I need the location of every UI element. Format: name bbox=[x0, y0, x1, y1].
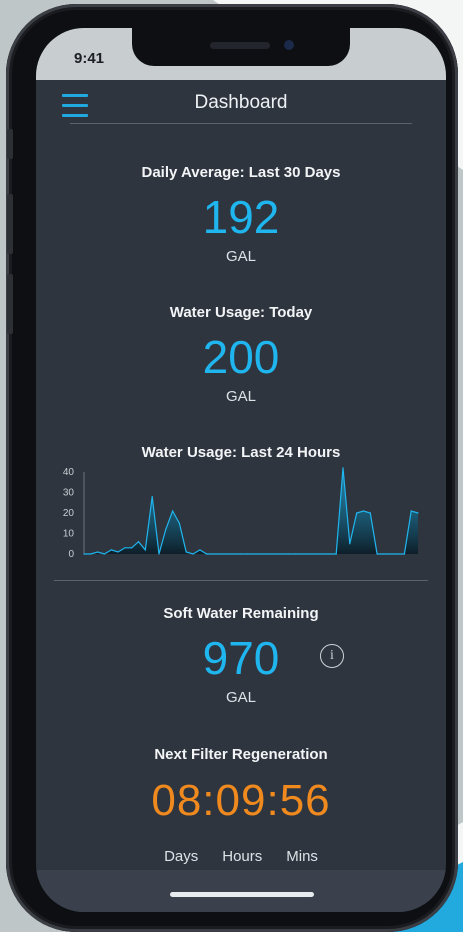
status-time: 9:41 bbox=[74, 50, 105, 67]
chart-point bbox=[274, 553, 276, 555]
chart-point bbox=[83, 553, 85, 555]
chart-point bbox=[192, 553, 194, 555]
chart-point bbox=[321, 553, 324, 555]
chart-point bbox=[328, 553, 330, 555]
chart-point bbox=[281, 553, 283, 555]
chart-point bbox=[349, 543, 351, 545]
chart-point bbox=[90, 553, 92, 555]
chart-point bbox=[137, 541, 140, 543]
chart-y-tick-label: 10 bbox=[63, 529, 75, 540]
chart-point bbox=[287, 553, 290, 555]
chart-point bbox=[199, 549, 201, 551]
section-divider bbox=[54, 580, 428, 581]
usage-today-unit: GAL bbox=[225, 388, 256, 405]
chart-point bbox=[376, 553, 378, 555]
chart-point bbox=[103, 553, 106, 555]
page-title: Dashboard bbox=[194, 92, 288, 113]
home-indicator[interactable] bbox=[170, 892, 314, 897]
chart-area-fill bbox=[84, 467, 418, 554]
chart-point bbox=[172, 510, 174, 512]
chart-y-tick-label: 20 bbox=[63, 508, 75, 519]
camera bbox=[284, 40, 294, 50]
chart-point bbox=[335, 553, 337, 555]
chart-point bbox=[206, 553, 208, 555]
speaker bbox=[210, 42, 270, 49]
chart-point bbox=[390, 553, 392, 555]
screen: 9:41 Dashboard Daily Average: Last 30 Da… bbox=[36, 28, 446, 912]
chart-point bbox=[151, 496, 153, 498]
chart-point bbox=[185, 551, 187, 553]
volume-down-button bbox=[7, 274, 13, 334]
chart-point bbox=[233, 553, 235, 555]
volume-up-button bbox=[7, 194, 13, 254]
usage-today-title: Water Usage: Today bbox=[169, 304, 313, 321]
chart-point bbox=[342, 467, 344, 469]
chart-point bbox=[240, 553, 242, 555]
chart-point bbox=[362, 510, 365, 512]
chart-point bbox=[267, 553, 269, 555]
usage-24h-chart: 0 10 20 30 40 bbox=[63, 467, 419, 560]
header-divider bbox=[70, 123, 412, 124]
soft-water-unit: GAL bbox=[225, 689, 256, 706]
chart-point bbox=[260, 553, 262, 555]
chart-point bbox=[117, 551, 119, 553]
chart-point bbox=[97, 551, 99, 553]
timer-label-days: Days bbox=[164, 848, 199, 865]
chart-point bbox=[369, 512, 371, 514]
timer-label-hours: Hours bbox=[222, 848, 263, 865]
timer-label-mins: Mins bbox=[286, 848, 318, 865]
chart-point bbox=[219, 553, 221, 555]
phone-frame: 9:41 Dashboard Daily Average: Last 30 Da… bbox=[6, 4, 458, 932]
chart-point bbox=[212, 553, 215, 555]
soft-water-title: Soft Water Remaining bbox=[163, 605, 319, 622]
chart-point bbox=[417, 512, 419, 514]
chart-point bbox=[315, 553, 317, 555]
mute-switch bbox=[7, 129, 13, 159]
usage-today-value: 200 bbox=[202, 331, 280, 383]
chart-point bbox=[144, 549, 146, 551]
soft-water-value: 970 bbox=[202, 632, 280, 684]
daily-average-unit: GAL bbox=[225, 248, 256, 265]
chart-point bbox=[294, 553, 296, 555]
notch bbox=[132, 28, 350, 66]
chart-point bbox=[383, 553, 385, 555]
bottom-bar bbox=[36, 870, 446, 912]
chart-y-tick-label: 40 bbox=[63, 467, 75, 478]
chart-point bbox=[410, 510, 412, 512]
daily-average-value: 192 bbox=[202, 191, 280, 243]
chart-y-tick-label: 30 bbox=[63, 488, 75, 499]
chart-point bbox=[396, 553, 399, 555]
chart-point bbox=[158, 553, 160, 555]
header: Dashboard bbox=[36, 80, 446, 136]
chart-point bbox=[356, 512, 358, 514]
info-icon[interactable]: i bbox=[320, 644, 344, 668]
regeneration-timer: 08:09:56 bbox=[151, 776, 331, 825]
usage-24h-title: Water Usage: Last 24 Hours bbox=[141, 444, 341, 461]
chart-point bbox=[246, 553, 249, 555]
daily-average-title: Daily Average: Last 30 Days bbox=[141, 164, 341, 181]
timer-labels: Days Hours Mins bbox=[36, 848, 446, 865]
regeneration-title: Next Filter Regeneration bbox=[154, 746, 328, 763]
chart-point bbox=[165, 528, 167, 530]
chart-point bbox=[131, 547, 133, 549]
chart-point bbox=[178, 522, 181, 524]
chart-point bbox=[403, 553, 405, 555]
chart-point bbox=[253, 553, 256, 555]
chart-point bbox=[110, 549, 112, 551]
chart-point bbox=[308, 553, 310, 555]
chart-y-tick-label: 0 bbox=[68, 549, 74, 560]
chart-point bbox=[226, 553, 228, 555]
chart-point bbox=[301, 553, 303, 555]
chart-point bbox=[124, 547, 126, 549]
